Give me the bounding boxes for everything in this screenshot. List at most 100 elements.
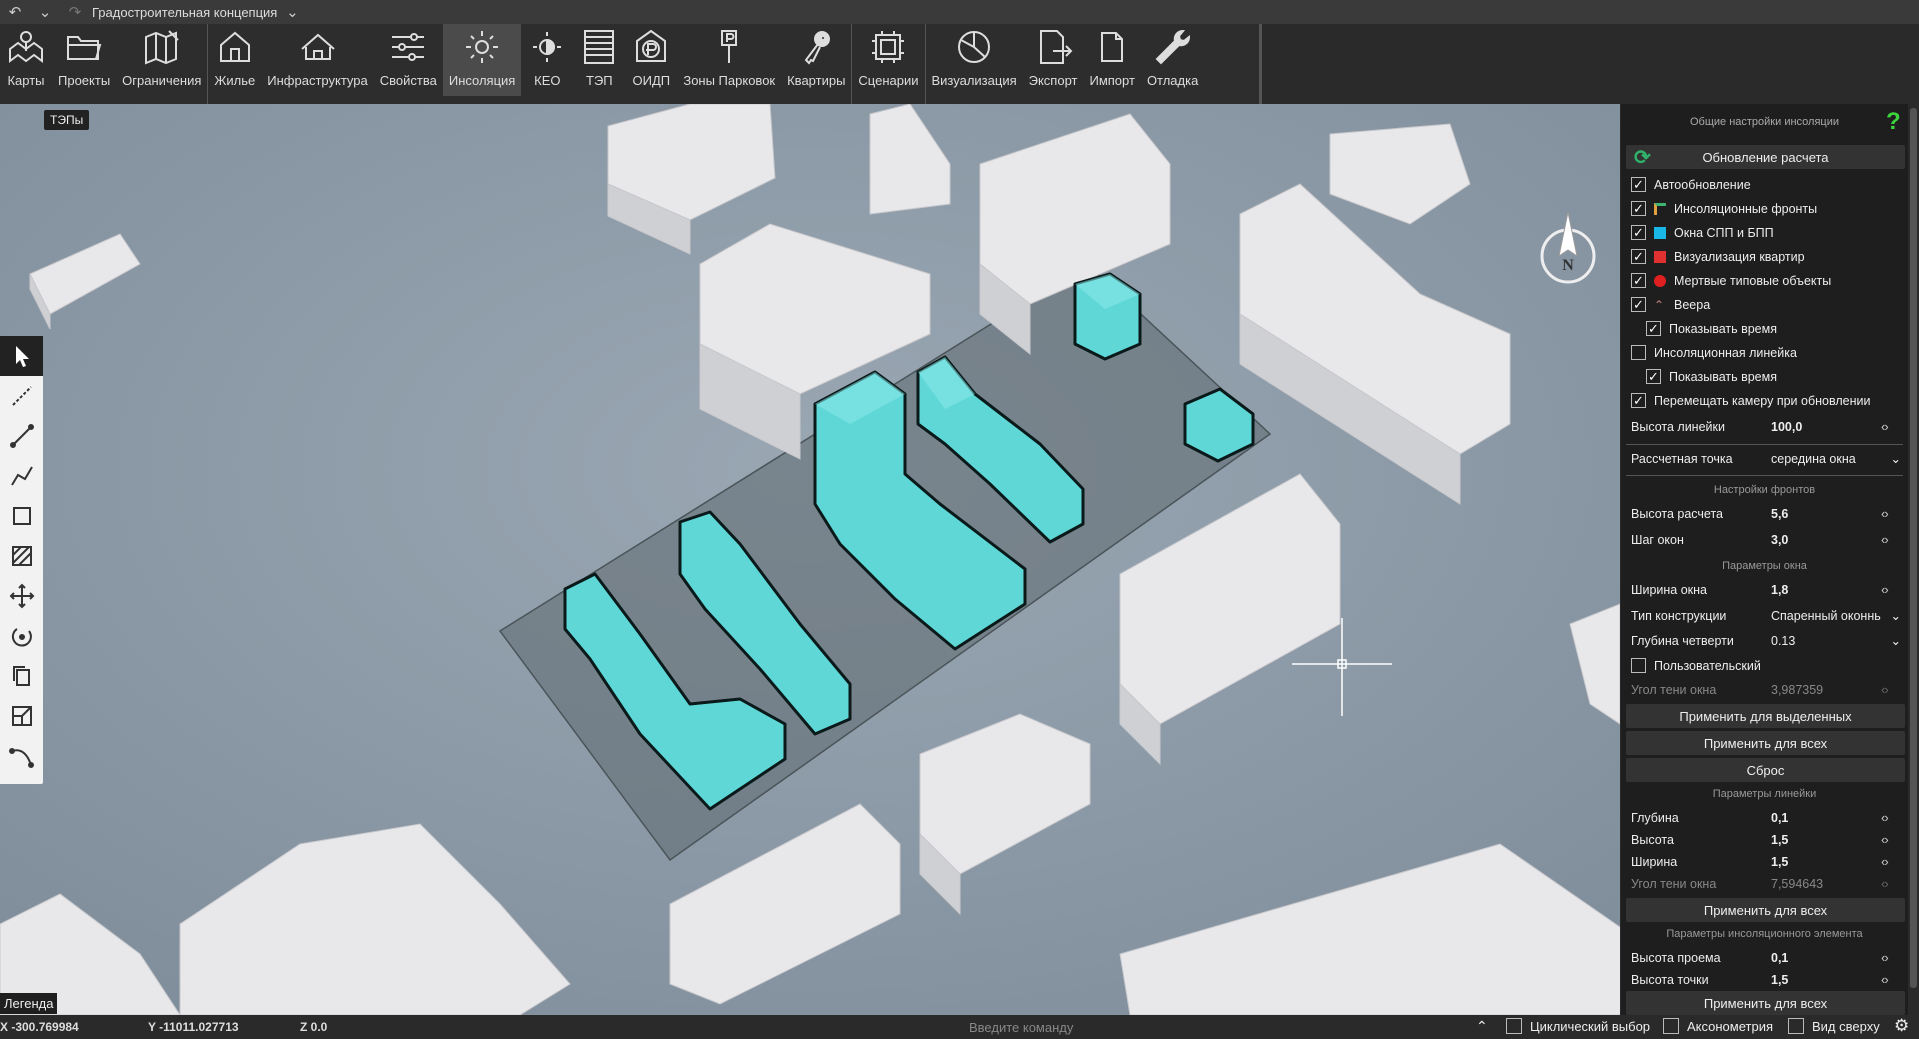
depth-field[interactable]: Глубина 0,1 ‹› (1631, 810, 1901, 825)
chevron-up-icon[interactable]: ⌃ (1476, 1018, 1488, 1035)
checkbox-insolation-fronts[interactable]: ✓ Инсоляционные фронты (1631, 201, 1901, 216)
tep-badge[interactable]: ТЭПы (44, 110, 90, 130)
checkbox[interactable]: ✓ (1631, 273, 1646, 288)
stepper-arrows-icon[interactable]: ‹› (1881, 972, 1889, 987)
move-tool[interactable] (0, 576, 43, 616)
dropdown-value[interactable]: Спаренный оконнь (1771, 609, 1881, 623)
checkbox-dead-objects[interactable]: ✓ Мертвые типовые объекты (1631, 273, 1901, 288)
field-value[interactable]: 1,5 (1771, 973, 1881, 987)
tool-oidp[interactable]: ОИДП (625, 24, 677, 96)
compass-icon[interactable]: N (1535, 210, 1601, 295)
apply-all-button[interactable]: Применить для всех (1626, 731, 1905, 755)
tool-keo[interactable]: КЕО (521, 24, 573, 96)
tool-properties[interactable]: Свойства (374, 24, 443, 96)
project-title[interactable]: Градостроительная концепция (92, 5, 277, 20)
panel-scrollbar[interactable] (1908, 104, 1919, 1015)
checkbox-autoupdate[interactable]: ✓ Автообновление (1631, 177, 1901, 192)
checkbox-show-time-2[interactable]: ✓ Показывать время (1646, 369, 1916, 384)
tool-scenarios[interactable]: Сценарии (852, 24, 924, 96)
checkbox[interactable]: ✓ (1631, 177, 1646, 192)
checkbox-insolation-ruler[interactable]: Инсоляционная линейка (1631, 345, 1901, 360)
stepper-arrows-icon[interactable]: ‹› (1881, 419, 1889, 434)
width-field[interactable]: Ширина 1,5 ‹› (1631, 854, 1901, 869)
chevron-down-icon[interactable]: ⌄ (1891, 608, 1901, 623)
bezier-tool[interactable] (0, 736, 43, 776)
field-value[interactable]: 1,5 (1771, 855, 1881, 869)
tool-import[interactable]: Импорт (1083, 24, 1140, 96)
select-tool[interactable] (0, 336, 43, 376)
3d-viewport[interactable]: N (0, 104, 1620, 1015)
tool-housing[interactable]: Жилье (208, 24, 261, 96)
height-field[interactable]: Высота 1,5 ‹› (1631, 832, 1901, 847)
scrollbar-thumb[interactable] (1910, 108, 1917, 988)
checkbox[interactable] (1663, 1018, 1679, 1034)
field-value[interactable]: 0,1 (1771, 951, 1881, 965)
redo-icon[interactable]: ↷ (60, 3, 90, 21)
reset-button[interactable]: Сброс (1626, 758, 1905, 782)
checkbox[interactable] (1506, 1018, 1522, 1034)
polyline-tool[interactable] (0, 456, 43, 496)
project-dropdown-icon[interactable]: ⌄ (277, 3, 307, 21)
tool-infrastructure[interactable]: Инфраструктура (261, 24, 373, 96)
calc-point-dropdown[interactable]: Рассчетная точка середина окна ⌄ (1631, 451, 1901, 467)
opening-height-field[interactable]: Высота проема 0,1 ‹› (1631, 950, 1901, 965)
checkbox-show-time-1[interactable]: ✓ Показывать время (1646, 321, 1916, 336)
checkbox[interactable] (1631, 658, 1646, 673)
ruler-height-field[interactable]: Высота линейки 100,0 ‹› (1631, 419, 1901, 434)
rectangle-tool[interactable] (0, 496, 43, 536)
top-view-toggle[interactable]: Вид сверху (1788, 1018, 1880, 1034)
calc-height-field[interactable]: Высота расчета 5,6 ‹› (1631, 506, 1901, 521)
line-tool[interactable] (0, 416, 43, 456)
dashed-line-tool[interactable] (0, 376, 43, 416)
tool-debug[interactable]: Отладка (1141, 24, 1204, 96)
quarter-depth-dropdown[interactable]: Глубина четверти 0.13 ⌄ (1631, 633, 1901, 649)
checkbox-move-camera[interactable]: ✓ Перемещать камеру при обновлении (1631, 393, 1901, 408)
update-calculation-button[interactable]: ⟳ Обновление расчета (1626, 145, 1905, 169)
help-icon[interactable]: ? (1886, 108, 1901, 136)
field-value[interactable]: 5,6 (1771, 507, 1881, 521)
legend-button[interactable]: Легенда (0, 993, 58, 1014)
settings-gear-icon[interactable]: ⚙ (1894, 1016, 1909, 1036)
tool-visualization[interactable]: Визуализация (926, 24, 1023, 96)
field-value[interactable]: 100,0 (1771, 420, 1881, 434)
stepper-arrows-icon[interactable]: ‹› (1881, 810, 1889, 825)
hatch-tool[interactable] (0, 536, 43, 576)
field-value[interactable]: 1,5 (1771, 833, 1881, 847)
checkbox[interactable] (1788, 1018, 1804, 1034)
chevron-down-icon[interactable]: ⌄ (1891, 633, 1901, 648)
stepper-arrows-icon[interactable]: ‹› (1881, 582, 1889, 597)
dropdown-value[interactable]: 0.13 (1771, 634, 1795, 648)
stepper-arrows-icon[interactable]: ‹› (1881, 854, 1889, 869)
cyclic-select-toggle[interactable]: Циклический выбор (1506, 1018, 1650, 1034)
field-value[interactable]: 3,0 (1771, 533, 1881, 547)
checkbox-windows[interactable]: ✓ Окна СПП и БПП (1631, 225, 1901, 240)
stepper-arrows-icon[interactable]: ‹› (1881, 506, 1889, 521)
stepper-arrows-icon[interactable]: ‹› (1881, 832, 1889, 847)
stepper-arrows-icon[interactable]: ‹› (1881, 532, 1889, 547)
apply-all-ruler-button[interactable]: Применить для всех (1626, 898, 1905, 922)
checkbox[interactable]: ✓ (1631, 225, 1646, 240)
window-width-field[interactable]: Ширина окна 1,8 ‹› (1631, 582, 1901, 597)
chevron-down-icon[interactable]: ⌄ (30, 3, 60, 21)
custom-checkbox[interactable]: Пользовательский (1631, 658, 1901, 673)
field-value[interactable]: 0,1 (1771, 811, 1881, 825)
tool-parking[interactable]: Зоны Парковок (677, 24, 781, 96)
tool-restrictions[interactable]: Ограничения (116, 24, 207, 96)
tool-tep[interactable]: ТЭП (573, 24, 625, 96)
checkbox-fans[interactable]: ✓ ⌃ Веера (1631, 297, 1901, 312)
field-value[interactable]: 1,8 (1771, 583, 1881, 597)
dropdown-value[interactable]: середина окна (1771, 452, 1856, 466)
undo-icon[interactable]: ↶ (0, 3, 30, 21)
checkbox-apartment-viz[interactable]: ✓ Визуализация квартир (1631, 249, 1901, 264)
checkbox[interactable]: ✓ (1646, 321, 1661, 336)
tool-insolation[interactable]: Инсоляция (442, 24, 522, 96)
stepper-arrows-icon[interactable]: ‹› (1881, 950, 1889, 965)
tool-export[interactable]: Экспорт (1023, 24, 1084, 96)
tool-maps[interactable]: Карты (0, 24, 52, 96)
checkbox[interactable] (1631, 345, 1646, 360)
point-height-field[interactable]: Высота точки 1,5 ‹› (1631, 972, 1901, 987)
checkbox[interactable]: ✓ (1631, 249, 1646, 264)
rotate-tool[interactable] (0, 616, 43, 656)
checkbox[interactable]: ✓ (1646, 369, 1661, 384)
apply-selected-button[interactable]: Применить для выделенных (1626, 704, 1905, 728)
